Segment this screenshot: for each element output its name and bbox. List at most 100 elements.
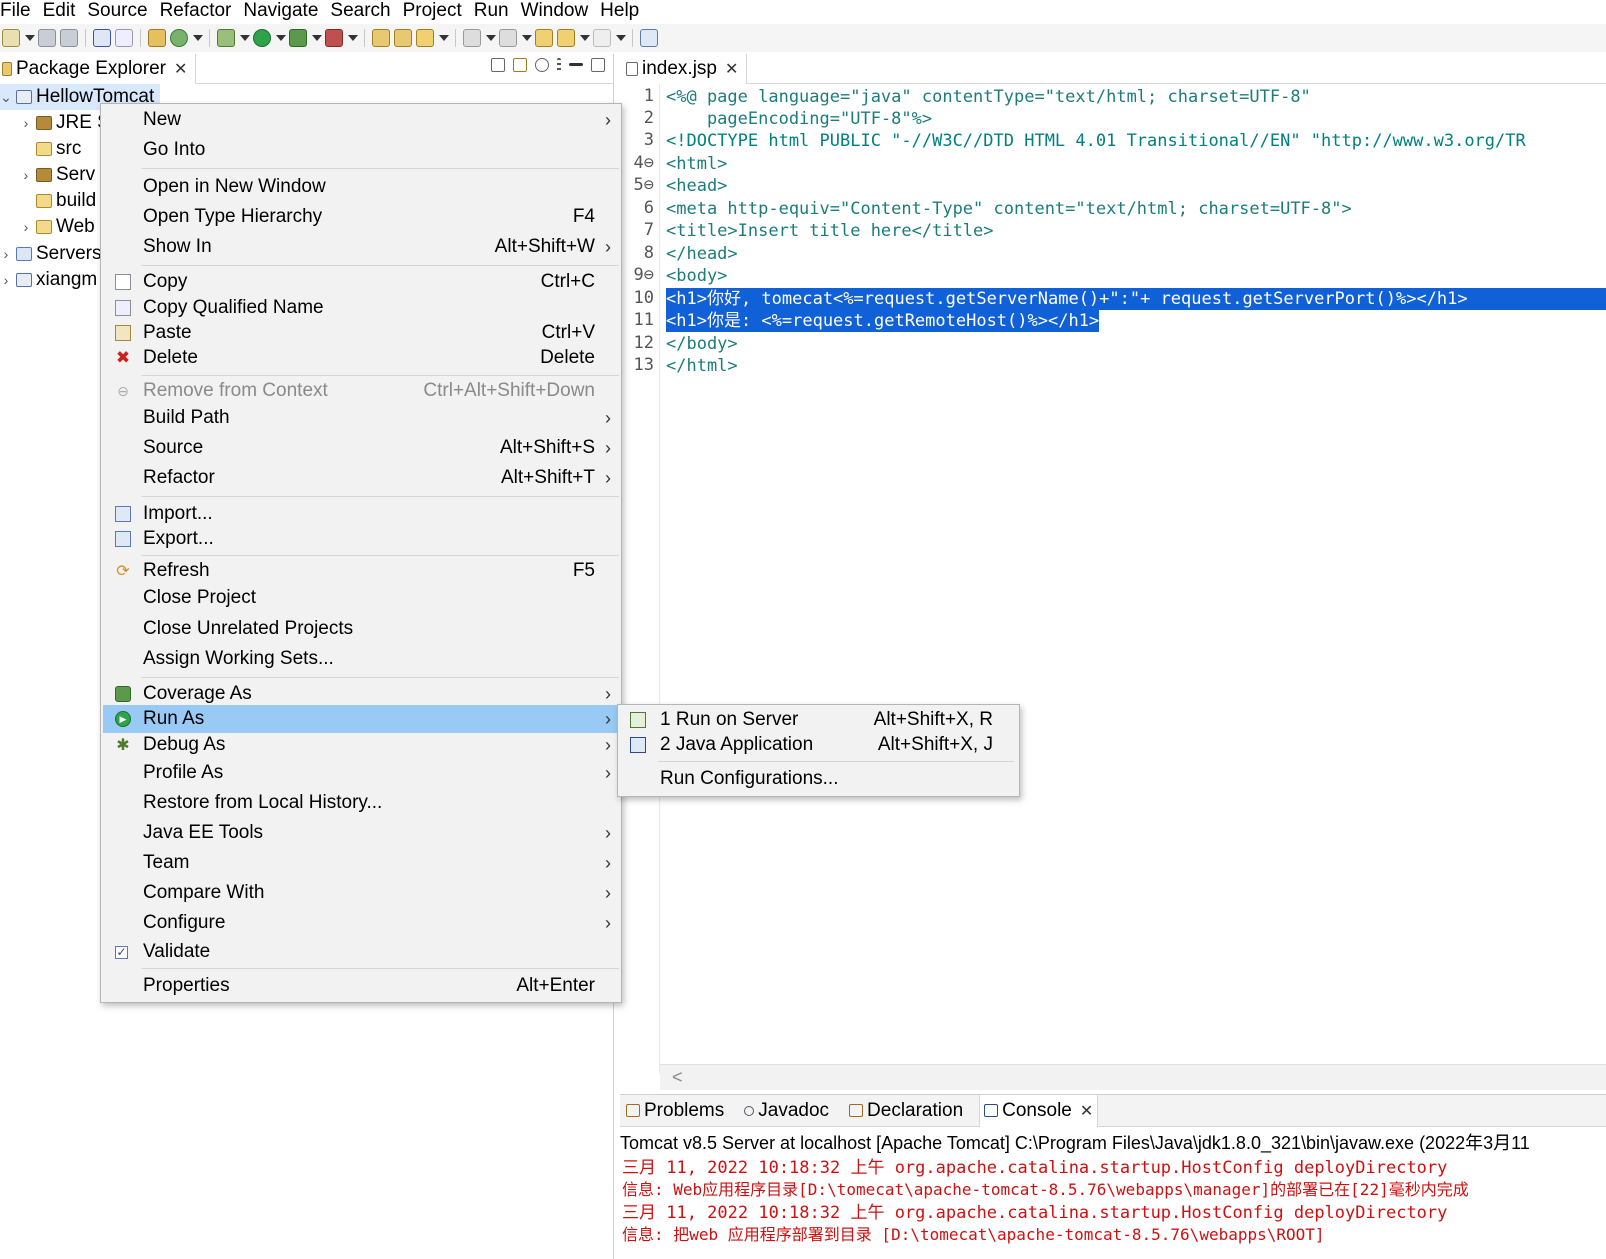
tree-item-webcontent[interactable]: › Web [20,214,95,240]
tab-console[interactable]: Console ✕ [979,1094,1099,1127]
menu-source[interactable]: Source [87,1,153,21]
horizontal-scrollbar[interactable]: < [660,1064,1606,1090]
scroll-left-icon[interactable]: < [672,1067,683,1088]
menu-item-profile-as[interactable]: Profile As › [103,759,619,787]
menu-item-java-ee-tools[interactable]: Java EE Tools › [103,819,619,847]
expanded-chevron-icon[interactable]: ⌄ [0,89,12,106]
collapsed-chevron-icon[interactable]: › [20,219,32,235]
menu-item-new[interactable]: New › [103,106,619,134]
tab-problems[interactable]: Problems [622,1095,728,1127]
run-dropdown-icon[interactable] [275,29,286,47]
collapsed-chevron-icon[interactable]: › [20,167,32,183]
tree-item-jre[interactable]: › JRE S [20,110,110,136]
save-all-icon[interactable] [60,29,78,47]
package-icon[interactable] [148,29,166,47]
external-tools-icon[interactable] [325,29,343,47]
close-icon[interactable]: ✕ [174,59,187,79]
new-icon[interactable] [2,29,20,47]
open-perspective-icon[interactable] [640,29,658,47]
menu-item-close-unrelated-projects[interactable]: Close Unrelated Projects [103,615,619,643]
debug-icon[interactable] [217,29,235,47]
menu-item-assign-working-sets[interactable]: Assign Working Sets... [103,645,619,673]
collapse-all-icon[interactable] [491,58,505,72]
forward-dropdown-icon[interactable] [615,29,626,47]
tree-item-src[interactable]: src [20,136,81,162]
close-icon[interactable]: ✕ [1080,1101,1093,1121]
tree-item-xiangmu[interactable]: › xiangm [0,267,98,293]
menu-item-refresh[interactable]: ⟳ Refresh F5 [103,557,619,585]
menu-project[interactable]: Project [403,1,468,21]
back-icon[interactable] [557,29,575,47]
previous-annotation-icon[interactable] [499,29,517,47]
search-dropdown-icon[interactable] [438,29,449,47]
maximize-icon[interactable] [591,58,605,72]
menu-item-copy[interactable]: Copy Ctrl+C [103,268,619,296]
menu-item-copy-qualified-name[interactable]: Copy Qualified Name [103,294,619,322]
open-type-icon[interactable] [372,29,390,47]
save-icon[interactable] [38,29,56,47]
coverage-dropdown-icon[interactable] [311,29,322,47]
collapsed-chevron-icon[interactable]: › [0,246,12,262]
menu-refactor[interactable]: Refactor [160,1,238,21]
package-explorer-tab[interactable]: Package Explorer ✕ [0,53,197,84]
filters-icon[interactable] [535,58,549,72]
menu-item-run-configurations[interactable]: Run Configurations... [620,766,1017,792]
menu-item-refactor[interactable]: Refactor Alt+Shift+T › [103,464,619,492]
terminal-icon[interactable] [93,29,111,47]
editor-tab-index-jsp[interactable]: index.jsp ✕ [620,53,748,84]
view-menu-icon[interactable] [557,58,561,72]
skip-breakpoints-icon[interactable] [115,29,133,47]
menu-item-run-as[interactable]: ▶ Run As › [103,705,619,733]
close-icon[interactable]: ✕ [725,59,738,79]
menu-item-open-in-new-window[interactable]: Open in New Window [103,173,619,201]
menu-item-go-into[interactable]: Go Into [103,136,619,164]
menu-item-compare-with[interactable]: Compare With › [103,879,619,907]
tree-item-servers[interactable]: › Servers [0,241,102,267]
menu-item-export[interactable]: Export... [103,525,619,553]
new-dropdown-icon[interactable] [24,29,35,47]
link-with-editor-icon[interactable] [513,58,527,72]
menu-edit[interactable]: Edit [43,1,82,21]
external-tools-dropdown-icon[interactable] [347,29,358,47]
next-annotation-dropdown-icon[interactable] [485,29,496,47]
menu-item-team[interactable]: Team › [103,849,619,877]
menu-item-build-path[interactable]: Build Path › [103,404,619,432]
refresh-server-icon[interactable] [170,29,188,47]
menu-window[interactable]: Window [521,1,595,21]
tab-javadoc[interactable]: Javadoc [740,1095,833,1127]
menu-item-import[interactable]: Import... [103,500,619,528]
menu-item-run-on-server[interactable]: 1 Run on Server Alt+Shift+X, R [620,707,1017,733]
open-resource-icon[interactable] [394,29,412,47]
menu-item-close-project[interactable]: Close Project [103,584,619,612]
menu-item-debug-as[interactable]: ✱ Debug As › [103,731,619,759]
next-annotation-icon[interactable] [463,29,481,47]
menu-item-paste[interactable]: Paste Ctrl+V [103,319,619,347]
menu-search[interactable]: Search [330,1,396,21]
tab-declaration[interactable]: Declaration [845,1095,967,1127]
back-dropdown-icon[interactable] [579,29,590,47]
tree-item-server-runtime[interactable]: › Serv [20,162,95,188]
search-icon[interactable] [416,29,434,47]
server-dropdown-icon[interactable] [192,29,203,47]
tree-item-build[interactable]: build [20,188,96,214]
menu-help[interactable]: Help [600,1,645,21]
last-edit-icon[interactable] [535,29,553,47]
menu-item-open-type-hierarchy[interactable]: Open Type Hierarchy F4 [103,203,619,231]
menu-item-source[interactable]: Source Alt+Shift+S › [103,434,619,462]
menu-navigate[interactable]: Navigate [243,1,324,21]
forward-icon[interactable] [593,29,611,47]
run-icon[interactable] [253,29,271,47]
coverage-icon[interactable] [289,29,307,47]
collapsed-chevron-icon[interactable]: › [20,115,32,131]
menu-item-java-application[interactable]: 2 Java Application Alt+Shift+X, J [620,732,1017,758]
debug-dropdown-icon[interactable] [239,29,250,47]
collapsed-chevron-icon[interactable]: › [0,272,12,288]
menu-item-configure[interactable]: Configure › [103,909,619,937]
menu-item-show-in[interactable]: Show In Alt+Shift+W › [103,233,619,261]
minimize-icon[interactable] [569,63,583,66]
editor-body[interactable]: 1 2 3 4⊖ 5⊖ 6 7 8 9⊖ 10 11 12 13 <%@ pag… [620,84,1606,1090]
menu-item-properties[interactable]: Properties Alt+Enter [103,972,619,1000]
menu-item-validate[interactable]: ✓ Validate [103,938,619,966]
menu-run[interactable]: Run [474,1,515,21]
menu-item-restore-from-local-history[interactable]: Restore from Local History... [103,789,619,817]
